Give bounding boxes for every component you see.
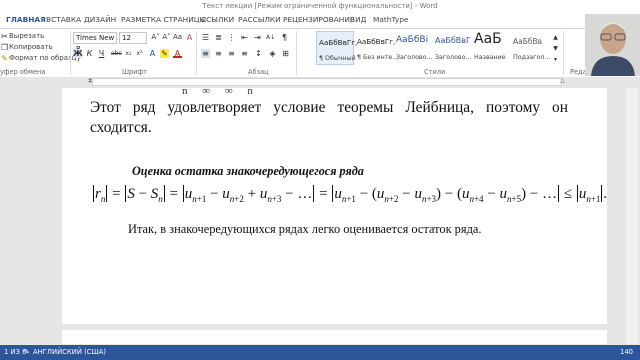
clear-format-icon[interactable]: A	[185, 33, 194, 42]
style-name: ¶ Обычный	[319, 55, 356, 62]
style-heading1[interactable]: АаБбВі Заголово...	[394, 31, 433, 65]
style-preview: АаБ	[474, 31, 502, 47]
style-heading2[interactable]: АаБбВвГ Заголово...	[433, 31, 472, 65]
presenter-webcam	[585, 14, 640, 76]
tab-references[interactable]: ССЫЛКИ	[201, 12, 234, 28]
tab-home[interactable]: ГЛАВНАЯ	[6, 12, 46, 28]
tab-layout[interactable]: РАЗМЕТКА СТРАНИЦЫ	[121, 12, 206, 28]
tab-mailings[interactable]: РАССЫЛКИ	[238, 12, 281, 28]
proofing-icon[interactable]: ✎	[24, 345, 30, 360]
font-color-icon[interactable]: A	[173, 49, 182, 58]
align-left-icon[interactable]: ≡	[201, 49, 210, 58]
title-bar: Текст лекции [Режим ограниченной функцио…	[0, 0, 640, 12]
subscript-icon[interactable]: x₂	[124, 49, 133, 58]
line-spacing-icon[interactable]: ↕	[254, 49, 263, 58]
align-center-icon[interactable]: ≡	[214, 49, 223, 58]
tab-view[interactable]: ВИД	[350, 12, 366, 28]
language-indicator[interactable]: АНГЛИЙСКИЙ (США)	[33, 345, 106, 360]
remainder-formula: rn = S − Sn = un+1 − un+2 + un+3 − … = u…	[93, 185, 608, 204]
clipboard-group-label: уфер обмена	[0, 68, 46, 76]
paragraph-group-label: Абзац	[248, 68, 269, 76]
align-right-icon[interactable]: ≡	[227, 49, 236, 58]
justify-icon[interactable]: ≡	[240, 49, 249, 58]
italic-icon[interactable]: К	[85, 49, 94, 58]
tab-mathtype[interactable]: MathType	[373, 12, 408, 28]
font-group-label: Шрифт	[122, 68, 148, 76]
style-name: Заголово...	[396, 54, 433, 61]
style-subtitle[interactable]: АаБбВв Подзагол...	[511, 31, 551, 65]
vertical-scrollbar[interactable]	[626, 88, 638, 344]
styles-more-icon[interactable]: ▾	[551, 55, 560, 64]
style-preview: АаБбВвГг,	[357, 37, 396, 46]
style-normal[interactable]: АаБбВвГг, ¶ Обычный	[316, 31, 358, 65]
bullets-icon[interactable]: ☰	[201, 33, 210, 42]
section-heading: Оценка остатка знакочередующегося ряда	[132, 164, 364, 178]
copy-button[interactable]: Копировать	[9, 43, 53, 51]
ruler-band	[92, 78, 562, 86]
paragraph-conclusion: Итак, в знакочередующихся рядах легко оц…	[128, 222, 482, 236]
font-name-select[interactable]: Times New R	[73, 32, 117, 53]
grow-font-icon[interactable]: A˄	[151, 33, 160, 42]
styles-scroll-up-icon[interactable]: ▲	[551, 33, 560, 42]
styles-group-label: Стили	[424, 68, 446, 76]
multilevel-list-icon[interactable]: ⋮	[227, 33, 236, 42]
shading-icon[interactable]: ◈	[268, 49, 277, 58]
strikethrough-icon[interactable]: abc	[111, 49, 122, 58]
pilcrow-icon[interactable]: ¶	[280, 33, 289, 42]
document-page[interactable]: n ∞ ∞ n Этот ряд удовлетворяет условие т…	[62, 85, 608, 324]
ruler-indent-marker[interactable]: ⧗	[88, 77, 92, 85]
sort-icon[interactable]: A↓	[266, 33, 275, 42]
style-preview: АаБбВвГ	[435, 36, 471, 45]
horizontal-ruler: ⧗ △	[0, 77, 640, 87]
tab-insert[interactable]: ВСТАВКА	[46, 12, 81, 28]
style-name: Заголово...	[435, 54, 472, 61]
change-case-icon[interactable]: Aa	[173, 33, 182, 42]
increase-indent-icon[interactable]: ⇥	[253, 33, 262, 42]
ribbon-tabs: ГЛАВНАЯ ВСТАВКА ДИЗАЙН РАЗМЕТКА СТРАНИЦЫ…	[0, 12, 640, 28]
style-preview: АаБбВвГг,	[319, 38, 358, 47]
ruler-right-indent-marker[interactable]: △	[560, 77, 565, 84]
numbering-icon[interactable]: ≣	[214, 33, 223, 42]
tab-review[interactable]: РЕЦЕНЗИРОВАНИЕ	[283, 12, 355, 28]
copy-icon: ❐	[0, 43, 9, 52]
ribbon: ✂ Вырезать ❐ Копировать ✎ Формат по обра…	[0, 28, 640, 78]
tab-design[interactable]: ДИЗАЙН	[84, 12, 116, 28]
text-effects-icon[interactable]: A	[148, 49, 157, 58]
styles-scroll-down-icon[interactable]: ▼	[551, 44, 560, 53]
highlight-icon[interactable]: ✎	[160, 49, 169, 58]
group-separator	[296, 31, 297, 75]
style-no-spacing[interactable]: АаБбВвГг, ¶ Без инте...	[355, 31, 398, 65]
style-name: Название	[474, 54, 506, 61]
borders-icon[interactable]: ⊞	[281, 49, 290, 58]
group-separator	[70, 31, 71, 75]
next-page	[62, 330, 607, 344]
style-name: ¶ Без инте...	[357, 54, 399, 61]
window-title: Текст лекции [Режим ограниченной функцио…	[202, 2, 438, 10]
partial-formula-line: n ∞ ∞ n	[182, 85, 259, 97]
decrease-indent-icon[interactable]: ⇤	[240, 33, 249, 42]
scissors-icon: ✂	[1, 32, 8, 41]
style-preview: АаБбВі	[396, 35, 429, 45]
format-painter-icon: ✎	[1, 54, 8, 63]
bold-icon[interactable]: Ж	[73, 49, 83, 58]
status-bar: 1 ИЗ 6 ✎ АНГЛИЙСКИЙ (США) 140	[0, 345, 640, 360]
group-separator	[563, 31, 564, 75]
presenter-image	[585, 14, 640, 76]
word-count[interactable]: 140	[620, 345, 633, 360]
superscript-icon[interactable]: x²	[135, 49, 144, 58]
style-title[interactable]: АаБ Название	[472, 31, 510, 65]
style-name: Подзагол...	[513, 54, 551, 61]
font-size-select[interactable]: 12	[119, 32, 147, 44]
underline-icon[interactable]: Ч	[97, 49, 106, 58]
shrink-font-icon[interactable]: A˅	[162, 33, 171, 42]
style-preview: АаБбВв	[513, 37, 543, 46]
paragraph-leibniz: Этот ряд удовлетворяет условие теоремы Л…	[90, 99, 568, 136]
group-separator	[196, 31, 197, 75]
cut-button[interactable]: Вырезать	[9, 32, 44, 40]
